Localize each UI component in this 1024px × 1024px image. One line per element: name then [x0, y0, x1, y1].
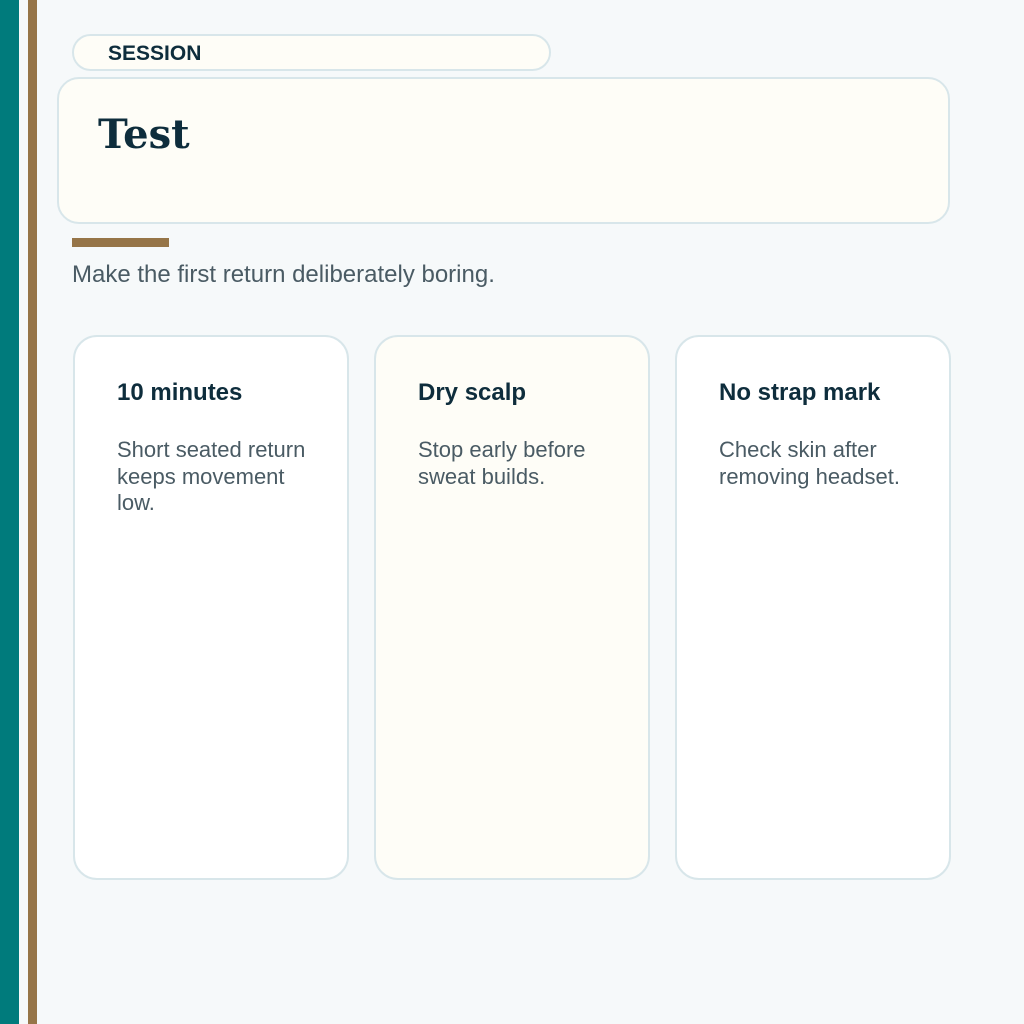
section-label: SESSION — [108, 42, 202, 65]
card-body: Stop early before sweat builds. — [418, 436, 586, 489]
card-title: Dry scalp — [418, 379, 527, 406]
accent-rule — [72, 238, 169, 247]
info-card-dry-scalp: Dry scalp Stop early before sweat builds… — [374, 335, 650, 880]
left-accent-bar-teal — [0, 0, 19, 1024]
left-accent-bar-tan — [28, 0, 37, 1024]
page-title: Test — [98, 111, 190, 158]
info-card-strap-mark: No strap mark Check skin after removing … — [675, 335, 951, 880]
info-card-duration: 10 minutes Short seated return keeps mov… — [73, 335, 349, 880]
page-subtitle: Make the first return deliberately borin… — [72, 261, 495, 288]
title-card: Test — [57, 77, 950, 224]
card-title: No strap mark — [719, 379, 881, 406]
session-page: SESSION Test Make the first return delib… — [0, 0, 1024, 1024]
card-body: Check skin after removing headset. — [719, 436, 900, 489]
session-label-pill: SESSION — [72, 34, 551, 71]
card-title: 10 minutes — [117, 379, 243, 406]
card-body: Short seated return keeps movement low. — [117, 436, 306, 516]
